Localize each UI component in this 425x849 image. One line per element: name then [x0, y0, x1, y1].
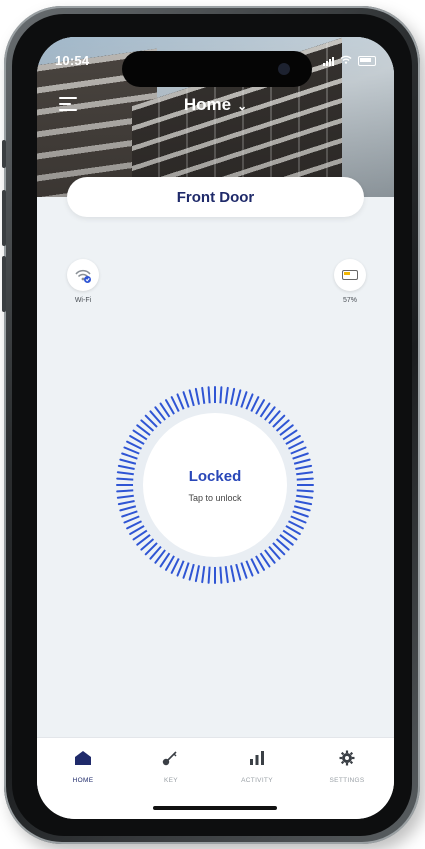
tab-label: KEY: [164, 777, 178, 784]
lock-ring-tick: [207, 386, 211, 405]
home-indicator: [153, 806, 277, 810]
home-title: Home: [183, 95, 232, 114]
tab-activity[interactable]: ACTIVITY: [227, 750, 287, 784]
lock-state: Locked: [188, 467, 242, 485]
lock-ring-tick: [291, 452, 309, 460]
lock-ring-tick: [235, 389, 242, 407]
lock-ring-tick: [224, 565, 229, 584]
lock-ring-tick: [250, 396, 260, 413]
battery-indicator[interactable]: 57%: [332, 259, 368, 304]
action-button: [2, 140, 6, 168]
lock-ring-tick: [170, 396, 180, 413]
lock-ring-tick: [123, 515, 141, 524]
battery-status-icon: [358, 56, 376, 66]
lock-ring-tick: [293, 458, 311, 465]
lock-ring-tick: [224, 386, 229, 405]
lock-ring-tick: [250, 557, 260, 574]
lock-ring-tick: [126, 520, 143, 530]
lock-ring-tick: [116, 489, 135, 493]
lock-ring-tick: [219, 386, 223, 405]
lock-ring-tick: [116, 494, 135, 499]
tab-bar: HOME KEY ACTIVITY SETTINGS: [37, 737, 394, 819]
lock-ring-tick: [116, 477, 135, 481]
status-time: 10:54: [55, 53, 90, 68]
app-screen: 10:54 Home ⌄ Front Door Wi-Fi 57% Locked…: [37, 37, 394, 819]
lock-name-card: Front Door: [67, 177, 364, 217]
lock-ring-tick: [229, 387, 236, 406]
lock-ring-tick: [201, 386, 206, 405]
lock-ring-tick: [176, 393, 185, 411]
chevron-down-icon: ⌄: [237, 99, 248, 113]
lock-ring-tick: [176, 559, 185, 577]
home-selector[interactable]: Home ⌄: [37, 95, 394, 115]
key-icon: [162, 751, 177, 766]
volume-up-button: [2, 190, 6, 246]
lock-ring-tick: [219, 565, 223, 584]
lock-ring-tick: [295, 471, 314, 476]
wifi-indicator[interactable]: Wi-Fi: [65, 259, 101, 304]
lock-toggle[interactable]: Locked Tap to unlock: [115, 385, 315, 585]
battery-label: 57%: [342, 297, 357, 304]
lock-ring-tick: [293, 505, 311, 512]
lock-hint: Tap to unlock: [188, 492, 242, 503]
lock-ring-tick: [123, 446, 141, 455]
lock-ring-tick: [207, 565, 211, 584]
lock-ring-tick: [291, 510, 309, 518]
tab-label: HOME: [72, 777, 94, 784]
lock-ring-tick: [240, 391, 248, 409]
wifi-icon: [67, 259, 99, 291]
lock-ring-tick: [245, 559, 254, 577]
lock-button[interactable]: Locked Tap to unlock: [143, 413, 287, 557]
lock-ring-tick: [235, 563, 242, 581]
tab-settings[interactable]: SETTINGS: [317, 750, 377, 784]
lock-ring-tick: [117, 464, 136, 471]
lock-ring-tick: [188, 389, 195, 407]
lock-name: Front Door: [176, 188, 255, 206]
wifi-status-icon: [340, 55, 352, 67]
signal-icon: [323, 56, 334, 66]
activity-icon: [250, 751, 264, 765]
lock-ring-tick: [119, 458, 137, 465]
gear-icon: [339, 750, 355, 766]
tab-label: ACTIVITY: [241, 777, 273, 784]
volume-down-button: [2, 256, 6, 312]
lock-ring-tick: [119, 505, 137, 512]
lock-ring-tick: [182, 561, 190, 579]
lock-ring-tick: [194, 564, 201, 583]
lock-ring-tick: [240, 561, 248, 579]
status-icons: [323, 55, 376, 67]
lock-ring-tick: [294, 499, 313, 506]
lock-ring-tick: [287, 440, 304, 450]
lock-ring-tick: [229, 564, 236, 583]
tab-label: SETTINGS: [329, 777, 365, 784]
lock-ring-tick: [117, 499, 136, 506]
lock-ring-tick: [188, 563, 195, 581]
lock-ring-tick: [116, 471, 135, 476]
battery-icon: [334, 259, 366, 291]
lock-ring-tick: [245, 393, 254, 411]
dynamic-island: [122, 51, 312, 87]
lock-ring-tick: [287, 520, 304, 530]
lock-ring-tick: [170, 557, 180, 574]
lock-ring-tick: [121, 510, 139, 518]
wifi-label: Wi-Fi: [74, 297, 92, 304]
lock-ring-tick: [295, 494, 314, 499]
tab-key[interactable]: KEY: [141, 750, 201, 784]
tab-home[interactable]: HOME: [53, 750, 113, 784]
lock-ring-tick: [295, 477, 314, 481]
lock-ring-tick: [289, 515, 307, 524]
lock-ring-tick: [289, 446, 307, 455]
lock-ring-tick: [294, 464, 313, 471]
lock-ring-tick: [201, 565, 206, 584]
lock-ring-tick: [121, 452, 139, 460]
lock-ring-tick: [126, 440, 143, 450]
lock-ring-tick: [194, 387, 201, 406]
lock-ring-tick: [295, 489, 314, 493]
home-icon: [75, 751, 91, 765]
lock-ring-tick: [182, 391, 190, 409]
